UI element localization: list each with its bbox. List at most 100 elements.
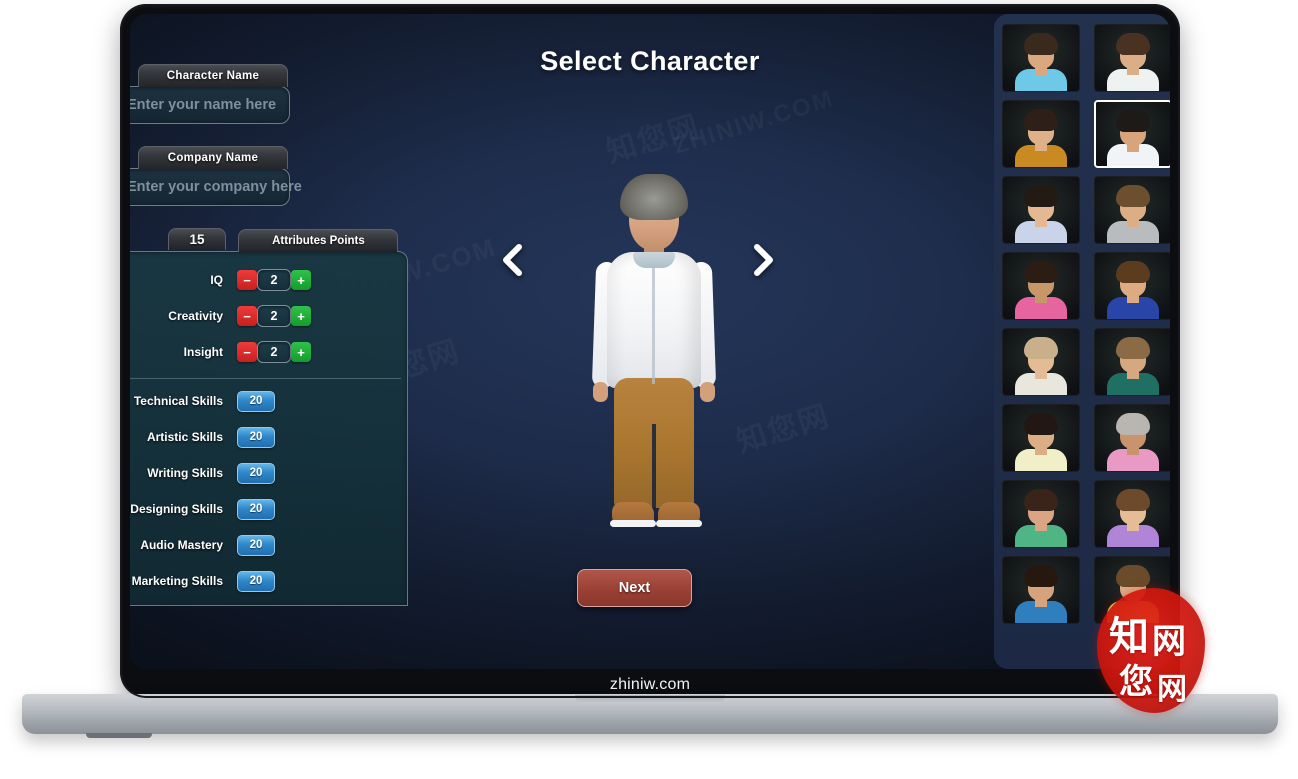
attributes-section: 15 Attributes Points IQ − 2 + Creativity…	[130, 228, 420, 606]
character-thumb-8[interactable]	[1094, 252, 1170, 320]
character-thumb-7[interactable]	[1002, 252, 1080, 320]
character-thumb-15[interactable]	[1002, 556, 1080, 624]
attribute-value: 2	[257, 269, 291, 291]
avatar-hand-left	[593, 382, 608, 402]
thumb-hair	[1024, 185, 1058, 207]
character-thumb-6[interactable]	[1094, 176, 1170, 244]
plus-icon[interactable]: +	[291, 342, 311, 362]
attribute-value: 2	[257, 341, 291, 363]
character-thumb-13[interactable]	[1002, 480, 1080, 548]
thumb-hair	[1024, 109, 1058, 131]
thumb-hair	[1116, 261, 1150, 283]
page-root: ZHINIW.COM ZHINIW.COM ZHINIW.COM 知您网 知您网…	[0, 0, 1298, 779]
attributes-points-label: Attributes Points	[238, 229, 399, 252]
attribute-row-creativity: Creativity − 2 +	[130, 298, 407, 334]
avatar-hand-right	[700, 382, 715, 402]
plus-icon[interactable]: +	[291, 306, 311, 326]
character-grid-panel	[994, 14, 1170, 669]
attribute-name: Insight	[183, 345, 223, 359]
thumb-hair	[1024, 489, 1058, 511]
avatar-sole-right	[656, 520, 702, 527]
attribute-stepper: − 2 +	[237, 341, 311, 363]
thumb-hair	[1024, 413, 1058, 435]
prev-character-button[interactable]	[490, 239, 536, 285]
character-thumb-11[interactable]	[1002, 404, 1080, 472]
thumb-hair	[1116, 565, 1150, 587]
skill-value[interactable]: 20	[237, 426, 275, 448]
skill-value[interactable]: 20	[237, 534, 275, 556]
attributes-points-value: 15	[168, 228, 226, 250]
character-thumb-14[interactable]	[1094, 480, 1170, 548]
avatar-sole-left	[610, 520, 656, 527]
watermark-text: 知您网	[600, 101, 705, 171]
skill-name: Marketing Skills	[131, 574, 223, 588]
skill-value[interactable]: 20	[237, 390, 275, 412]
thumb-hair	[1116, 185, 1150, 207]
character-thumb-3[interactable]	[1002, 100, 1080, 168]
thumb-hair	[1024, 565, 1058, 587]
character-preview[interactable]	[560, 174, 750, 564]
character-thumb-2[interactable]	[1094, 24, 1170, 92]
skill-value[interactable]: 20	[237, 498, 275, 520]
minus-icon[interactable]: −	[237, 270, 257, 290]
company-name-field-block: Company Name Enter your company here	[130, 146, 420, 206]
watermark-text: ZHINIW.COM	[670, 85, 838, 161]
next-character-button[interactable]	[740, 239, 786, 285]
skill-row: Designing Skills 20	[130, 491, 407, 527]
app-screen: ZHINIW.COM ZHINIW.COM ZHINIW.COM 知您网 知您网…	[130, 14, 1170, 669]
character-thumb-10[interactable]	[1094, 328, 1170, 396]
character-name-field-block: Character Name Enter your name here	[130, 64, 420, 124]
character-form-panel: Character Name Enter your name here Comp…	[130, 64, 420, 606]
thumb-hair	[1024, 33, 1058, 55]
avatar-shirt-placket	[652, 266, 655, 384]
skill-row: Artistic Skills 20	[130, 419, 407, 455]
attribute-value: 2	[257, 305, 291, 327]
character-thumb-9[interactable]	[1002, 328, 1080, 396]
skill-row: Audio Mastery 20	[130, 527, 407, 563]
skill-name: Artistic Skills	[146, 430, 223, 444]
thumb-hair	[1116, 413, 1150, 435]
thumb-hair	[1024, 261, 1058, 283]
avatar-leg-gap	[652, 424, 656, 510]
minus-icon[interactable]: −	[237, 306, 257, 326]
character-grid	[1002, 24, 1170, 624]
plus-icon[interactable]: +	[291, 270, 311, 290]
company-name-input[interactable]: Enter your company here	[130, 168, 302, 206]
character-thumb-4[interactable]	[1094, 100, 1170, 168]
attribute-stepper: − 2 +	[237, 305, 311, 327]
character-thumb-1[interactable]	[1002, 24, 1080, 92]
laptop-bezel: ZHINIW.COM ZHINIW.COM ZHINIW.COM 知您网 知您网…	[120, 4, 1180, 698]
attribute-row-insight: Insight − 2 +	[130, 334, 407, 370]
company-name-placeholder: Enter your company here	[130, 179, 302, 195]
laptop-base	[22, 694, 1278, 734]
skill-name: Audio Mastery	[140, 538, 223, 552]
chevron-right-icon	[748, 243, 778, 282]
laptop-foot	[86, 733, 152, 738]
character-thumb-16[interactable]	[1094, 556, 1170, 624]
thumb-hair	[1116, 489, 1150, 511]
skill-value[interactable]: 20	[237, 570, 275, 592]
character-thumb-12[interactable]	[1094, 404, 1170, 472]
skill-row: Technical Skills 20	[130, 383, 407, 419]
thumb-hair	[1116, 110, 1150, 132]
character-name-input[interactable]: Enter your name here	[130, 86, 290, 124]
character-thumb-5[interactable]	[1002, 176, 1080, 244]
thumb-hair	[1024, 337, 1058, 359]
thumb-hair	[1116, 33, 1150, 55]
skill-name: Writing Skills	[147, 466, 223, 480]
thumb-hair	[1116, 337, 1150, 359]
device-bottom-label: zhiniw.com	[609, 676, 691, 693]
next-button[interactable]: Next	[577, 569, 692, 607]
skill-value[interactable]: 20	[237, 462, 275, 484]
skill-row: Marketing Skills 20	[130, 563, 407, 599]
attribute-row-iq: IQ − 2 +	[130, 262, 407, 298]
panel-divider	[130, 378, 401, 379]
skill-name: Technical Skills	[133, 394, 223, 408]
character-name-placeholder: Enter your name here	[130, 97, 277, 113]
attribute-stepper: − 2 +	[237, 269, 311, 291]
company-name-label: Company Name	[138, 146, 288, 169]
attribute-name: Creativity	[168, 309, 223, 323]
avatar-hair	[620, 174, 688, 220]
minus-icon[interactable]: −	[237, 342, 257, 362]
attributes-panel: IQ − 2 + Creativity − 2 + Insight − 2 + …	[130, 251, 408, 606]
